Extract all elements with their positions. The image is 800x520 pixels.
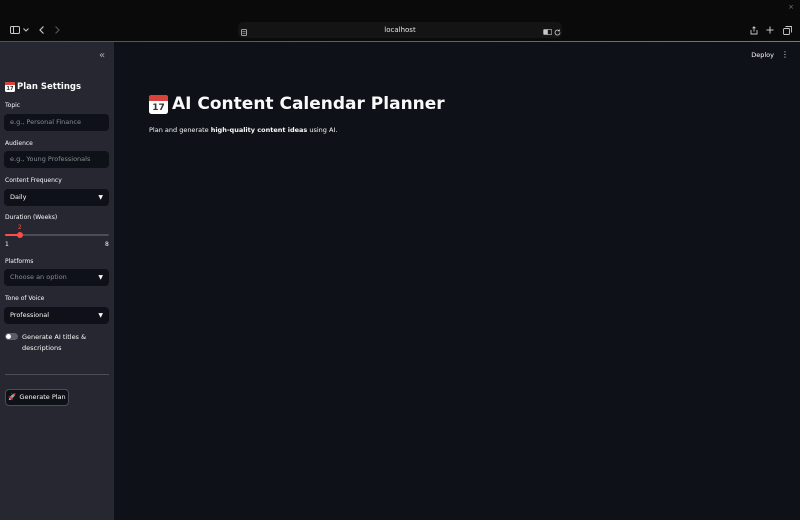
browser-toolbar: localhost	[0, 20, 800, 40]
ai-titles-toggle[interactable]	[5, 333, 18, 340]
platforms-label: Platforms	[5, 258, 34, 265]
generate-plan-button[interactable]: 🚀 Generate Plan	[5, 389, 69, 406]
tone-label: Tone of Voice	[5, 295, 45, 302]
tone-select[interactable]: Professional ▼	[4, 307, 109, 324]
sidebar-toggle-icon[interactable]	[9, 20, 21, 40]
frequency-value: Daily	[10, 193, 27, 201]
generate-plan-label: Generate Plan	[19, 393, 66, 401]
sidebar: « 17 Plan Settings Topic e.g., Personal …	[0, 42, 114, 520]
duration-label: Duration (Weeks)	[5, 214, 58, 221]
toggle-knob	[6, 334, 11, 339]
back-arrow-icon[interactable]	[36, 20, 46, 40]
duration-slider[interactable]	[5, 231, 109, 238]
topic-label: Topic	[5, 102, 21, 109]
platforms-multiselect[interactable]: Choose an option ▼	[4, 269, 109, 286]
chevron-down-icon: ▼	[98, 194, 103, 201]
frequency-select[interactable]: Daily ▼	[4, 189, 109, 206]
platforms-placeholder: Choose an option	[10, 273, 67, 281]
duration-slider-min: 1	[5, 241, 9, 248]
audience-label: Audience	[5, 140, 33, 147]
window-close-dot[interactable]: ×	[788, 3, 794, 11]
duration-slider-value: 2	[17, 224, 22, 231]
audience-input[interactable]: e.g., Young Professionals	[4, 151, 109, 168]
chevron-down-icon: ▼	[98, 274, 103, 281]
browser-chrome: × localhost	[0, 0, 800, 43]
calendar-icon: 17	[5, 82, 15, 92]
address-bar[interactable]: localhost	[238, 22, 562, 38]
frequency-label: Content Frequency	[5, 177, 62, 184]
topic-input[interactable]: e.g., Personal Finance	[4, 114, 109, 131]
sidebar-title: 17 Plan Settings	[5, 82, 81, 92]
share-icon[interactable]	[748, 20, 760, 40]
sidebar-divider	[5, 374, 109, 375]
page-subtitle: Plan and generate high-quality content i…	[149, 126, 338, 134]
translate-icon[interactable]	[542, 22, 552, 42]
deploy-button[interactable]: Deploy	[751, 51, 774, 59]
forward-arrow-icon[interactable]	[52, 20, 62, 40]
subtitle-highlight: high-quality content ideas	[210, 126, 308, 134]
sidebar-title-text: Plan Settings	[17, 82, 82, 92]
duration-slider-thumb[interactable]	[16, 231, 23, 238]
url-text: localhost	[384, 26, 416, 34]
reload-icon[interactable]	[552, 22, 562, 42]
collapse-sidebar-icon[interactable]: «	[96, 50, 108, 62]
main-content: Deploy ⋮ 17 AI Content Calendar Planner …	[114, 42, 800, 520]
more-options-icon[interactable]: ⋮	[781, 50, 789, 59]
new-tab-icon[interactable]	[764, 20, 776, 40]
page-title: 17 AI Content Calendar Planner	[149, 94, 445, 114]
calendar-icon: 17	[149, 94, 168, 114]
rocket-icon: 🚀	[8, 393, 17, 401]
duration-slider-max: 8	[105, 241, 109, 248]
ai-titles-toggle-label: Generate AI titles & descriptions	[22, 333, 87, 352]
tab-overview-icon[interactable]	[781, 20, 793, 40]
chevron-down-icon: ▼	[98, 312, 103, 319]
page-title-text: AI Content Calendar Planner	[172, 94, 445, 114]
tone-value: Professional	[10, 311, 50, 319]
chevron-down-icon[interactable]	[22, 20, 30, 40]
